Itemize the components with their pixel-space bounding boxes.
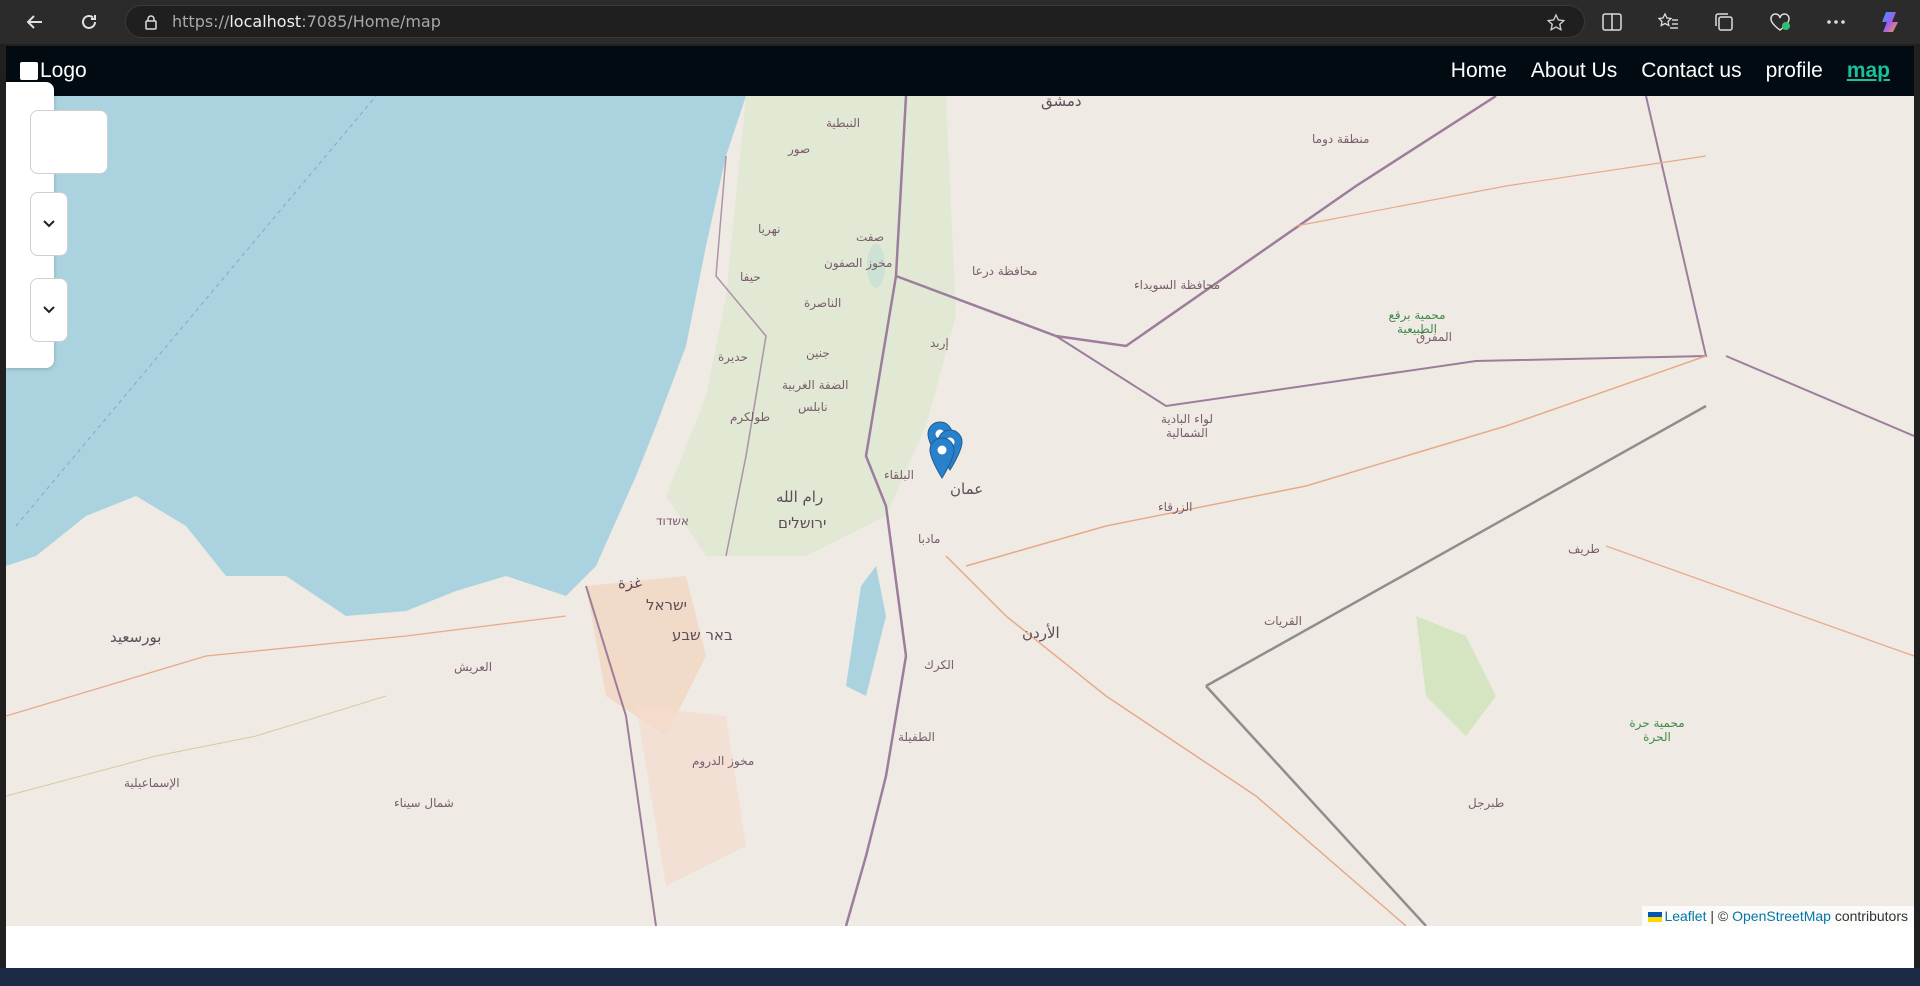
map-label: مخوز الصفون (824, 256, 893, 270)
map-label: ירושלים (778, 514, 827, 532)
top-navbar: Logo Home About Us Contact us profile ma… (6, 46, 1914, 96)
leaflet-map[interactable]: دمشق منطقة دوما صور النبطية نهريا صفت حي… (6, 96, 1914, 926)
address-bar[interactable]: https://localhost:7085/Home/map (125, 5, 1585, 38)
attribution-separator: | © (1706, 908, 1733, 924)
map-label: المفرق (1416, 330, 1452, 344)
map-label: الطفيلة (898, 730, 935, 744)
map-label: بورسعيد (110, 628, 162, 646)
map-label: صفت (856, 230, 885, 244)
map-label: لواء البادية الشمالية (1160, 412, 1214, 440)
nav-link-profile[interactable]: profile (1766, 59, 1823, 83)
nav-link-about-us[interactable]: About Us (1531, 59, 1617, 83)
map-label: إربد (930, 336, 949, 350)
refresh-button[interactable] (67, 0, 111, 44)
map-label: محمية حرة الحرة (1629, 716, 1685, 744)
logo[interactable]: Logo (20, 59, 87, 83)
map-label: طريف (1568, 542, 1600, 556)
nav-link-contact-us[interactable]: Contact us (1641, 59, 1741, 83)
map-label: الضفة الغربية (782, 378, 849, 392)
map-label: محافظة درعا (972, 264, 1038, 278)
map-label: نهريا (758, 222, 781, 236)
filter-input[interactable] (30, 110, 108, 174)
map-label: الكرك (924, 658, 955, 672)
nav-link-map[interactable]: map (1847, 59, 1890, 83)
map-label: אשדוד (656, 514, 689, 528)
map-marker[interactable] (929, 437, 955, 479)
map-label: محافظة السويداء (1134, 278, 1221, 292)
map-attribution: Leaflet | © OpenStreetMap contributors (1642, 906, 1914, 926)
map-label: جنين (806, 346, 830, 360)
back-button[interactable] (13, 0, 57, 44)
map-label: حديرة (718, 350, 748, 364)
more-menu-icon[interactable] (1808, 0, 1864, 44)
browser-essentials-icon[interactable] (1752, 0, 1808, 44)
back-arrow-icon (26, 15, 42, 29)
chevron-down-icon (43, 306, 55, 314)
copilot-icon[interactable] (1864, 0, 1920, 44)
map-label: طولكرم (730, 410, 771, 424)
refresh-icon (82, 14, 96, 29)
map-label: ישראל (646, 596, 688, 614)
map-label: حيفا (740, 270, 761, 284)
chevron-down-icon (43, 220, 55, 228)
map-tiles (6, 96, 1914, 926)
map-label: באר שבע (672, 626, 733, 644)
page-viewport: Logo Home About Us Contact us profile ma… (6, 46, 1914, 968)
collections-icon[interactable] (1696, 0, 1752, 44)
map-label: مخوز الدروم (692, 754, 755, 768)
map-label: طبرجل (1468, 796, 1505, 810)
map-label: رام الله (776, 488, 824, 506)
page-footer (6, 926, 1914, 968)
filter-select-2[interactable] (30, 278, 68, 342)
map-label: دمشق (1041, 96, 1082, 110)
browser-extension-icons (1584, 0, 1920, 44)
nav-links: Home About Us Contact us profile map (1427, 46, 1890, 96)
map-label: الإسماعيلية (124, 776, 180, 790)
map-label: الأردن (1022, 624, 1060, 642)
map-label: البلقاء (884, 468, 914, 482)
filter-select-1[interactable] (30, 192, 68, 256)
os-taskbar (0, 968, 1920, 986)
url-text: https://localhost:7085/Home/map (172, 12, 441, 31)
attribution-contributors: contributors (1830, 908, 1908, 924)
map-label: العريش (454, 660, 493, 674)
map-label: الناصرة (804, 296, 842, 310)
favorites-icon[interactable] (1640, 0, 1696, 44)
ukraine-flag-icon (1648, 912, 1663, 923)
openstreetmap-link[interactable]: OpenStreetMap (1732, 908, 1831, 924)
map-label: صور (788, 142, 811, 156)
map-label: النبطية (826, 116, 861, 130)
map-label: شمال سيناء (394, 796, 454, 810)
favorite-star-icon[interactable] (1546, 13, 1566, 33)
map-label: القريات (1264, 614, 1302, 628)
map-label: الزرقاء (1158, 500, 1193, 514)
map-label: عمان (950, 480, 984, 498)
map-label: مادبا (918, 532, 941, 546)
leaflet-link[interactable]: Leaflet (1664, 908, 1706, 924)
map-label: غزة (618, 574, 642, 592)
lock-icon (145, 14, 157, 30)
split-screen-icon[interactable] (1584, 0, 1640, 44)
nav-link-home[interactable]: Home (1451, 59, 1507, 83)
map-label: منطقة دوما (1312, 132, 1370, 146)
browser-toolbar: https://localhost:7085/Home/map (0, 0, 1920, 44)
logo-text: Logo (40, 59, 87, 82)
map-label: نابلس (798, 400, 828, 414)
logo-image-icon (20, 62, 38, 80)
